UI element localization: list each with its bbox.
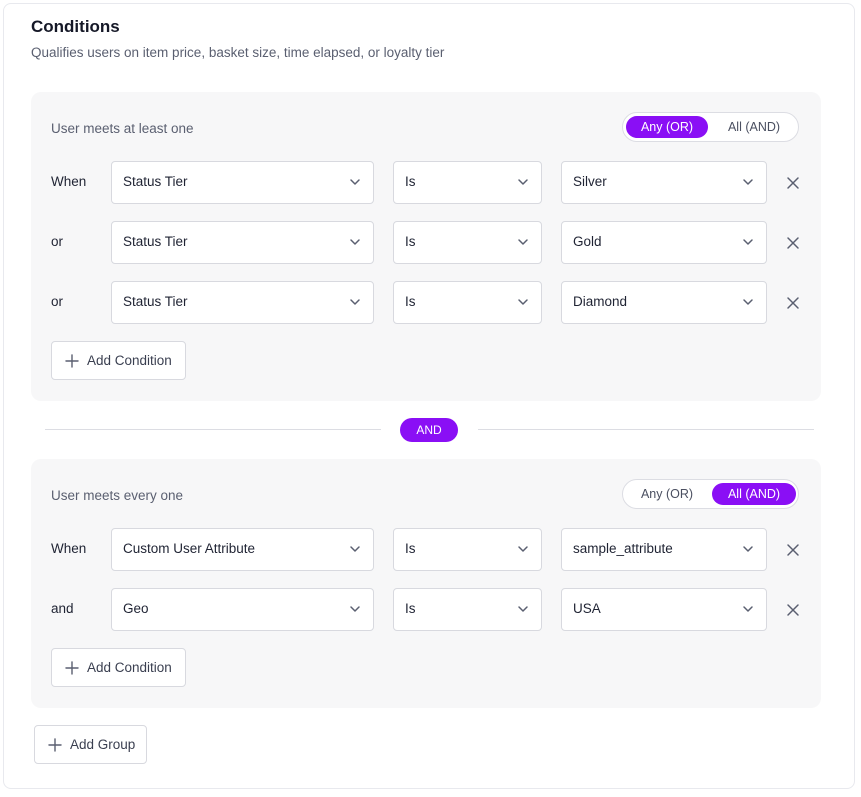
value-select[interactable]: Diamond xyxy=(561,281,767,324)
operator-select[interactable]: Is xyxy=(393,221,542,264)
match-mode-toggle: Any (OR) All (AND) xyxy=(622,479,799,509)
operator-value: Is xyxy=(405,174,416,189)
chevron-down-icon xyxy=(350,299,360,305)
value-value: Gold xyxy=(573,234,602,249)
condition-row: and Geo Is USA xyxy=(31,588,821,631)
operator-select[interactable]: Is xyxy=(393,588,542,631)
value-select[interactable]: USA xyxy=(561,588,767,631)
plus-icon xyxy=(65,354,79,368)
add-group-label: Add Group xyxy=(70,737,136,752)
field-select[interactable]: Geo xyxy=(111,588,374,631)
value-value: sample_attribute xyxy=(573,541,673,556)
value-value: Silver xyxy=(573,174,607,189)
add-condition-button[interactable]: Add Condition xyxy=(51,341,186,380)
operator-select[interactable]: Is xyxy=(393,161,542,204)
operator-select[interactable]: Is xyxy=(393,281,542,324)
page-subtitle: Qualifies users on item price, basket si… xyxy=(31,45,445,60)
remove-condition-icon[interactable] xyxy=(785,175,801,191)
field-value: Status Tier xyxy=(123,174,188,189)
remove-condition-icon[interactable] xyxy=(785,602,801,618)
plus-icon xyxy=(48,738,62,752)
group-divider-right xyxy=(478,429,814,430)
chevron-down-icon xyxy=(518,179,528,185)
chevron-down-icon xyxy=(350,606,360,612)
chevron-down-icon xyxy=(350,546,360,552)
add-condition-label: Add Condition xyxy=(87,353,172,368)
group-label: User meets at least one xyxy=(51,121,194,136)
group-connector-badge: AND xyxy=(400,418,458,442)
condition-row: or Status Tier Is Diamond xyxy=(31,281,821,324)
add-condition-label: Add Condition xyxy=(87,660,172,675)
chevron-down-icon xyxy=(743,299,753,305)
value-value: Diamond xyxy=(573,294,628,309)
remove-condition-icon[interactable] xyxy=(785,295,801,311)
field-value: Status Tier xyxy=(123,294,188,309)
condition-prefix: and xyxy=(51,601,74,616)
group-divider-left xyxy=(45,429,381,430)
chevron-down-icon xyxy=(743,546,753,552)
field-select[interactable]: Status Tier xyxy=(111,221,374,264)
condition-prefix: When xyxy=(51,541,87,556)
condition-prefix: or xyxy=(51,234,64,249)
group-label: User meets every one xyxy=(51,488,184,503)
toggle-all-and[interactable]: All (AND) xyxy=(712,116,796,138)
value-value: USA xyxy=(573,601,601,616)
field-value: Status Tier xyxy=(123,234,188,249)
toggle-any-or[interactable]: Any (OR) xyxy=(626,483,708,505)
page-title: Conditions xyxy=(31,17,120,36)
chevron-down-icon xyxy=(350,179,360,185)
operator-value: Is xyxy=(405,601,416,616)
field-select[interactable]: Status Tier xyxy=(111,161,374,204)
condition-row: When Status Tier Is Silver xyxy=(31,161,821,204)
chevron-down-icon xyxy=(350,239,360,245)
field-value: Custom User Attribute xyxy=(123,541,256,556)
condition-row: When Custom User Attribute Is sample_att… xyxy=(31,528,821,571)
condition-row: or Status Tier Is Gold xyxy=(31,221,821,264)
add-group-button[interactable]: Add Group xyxy=(34,725,147,764)
chevron-down-icon xyxy=(743,239,753,245)
remove-condition-icon[interactable] xyxy=(785,542,801,558)
toggle-any-or[interactable]: Any (OR) xyxy=(626,116,708,138)
value-select[interactable]: Gold xyxy=(561,221,767,264)
chevron-down-icon xyxy=(518,299,528,305)
condition-group-1: User meets at least one Any (OR) All (AN… xyxy=(31,92,821,401)
toggle-all-and[interactable]: All (AND) xyxy=(712,483,796,505)
operator-value: Is xyxy=(405,541,416,556)
remove-condition-icon[interactable] xyxy=(785,235,801,251)
chevron-down-icon xyxy=(518,546,528,552)
field-value: Geo xyxy=(123,601,149,616)
condition-group-2: User meets every one Any (OR) All (AND) … xyxy=(31,459,821,708)
chevron-down-icon xyxy=(743,606,753,612)
operator-value: Is xyxy=(405,234,416,249)
chevron-down-icon xyxy=(743,179,753,185)
add-condition-button[interactable]: Add Condition xyxy=(51,648,186,687)
plus-icon xyxy=(65,661,79,675)
chevron-down-icon xyxy=(518,239,528,245)
field-select[interactable]: Custom User Attribute xyxy=(111,528,374,571)
value-select[interactable]: sample_attribute xyxy=(561,528,767,571)
match-mode-toggle: Any (OR) All (AND) xyxy=(622,112,799,142)
operator-select[interactable]: Is xyxy=(393,528,542,571)
condition-prefix: When xyxy=(51,174,87,189)
field-select[interactable]: Status Tier xyxy=(111,281,374,324)
value-select[interactable]: Silver xyxy=(561,161,767,204)
operator-value: Is xyxy=(405,294,416,309)
condition-prefix: or xyxy=(51,294,64,309)
chevron-down-icon xyxy=(518,606,528,612)
